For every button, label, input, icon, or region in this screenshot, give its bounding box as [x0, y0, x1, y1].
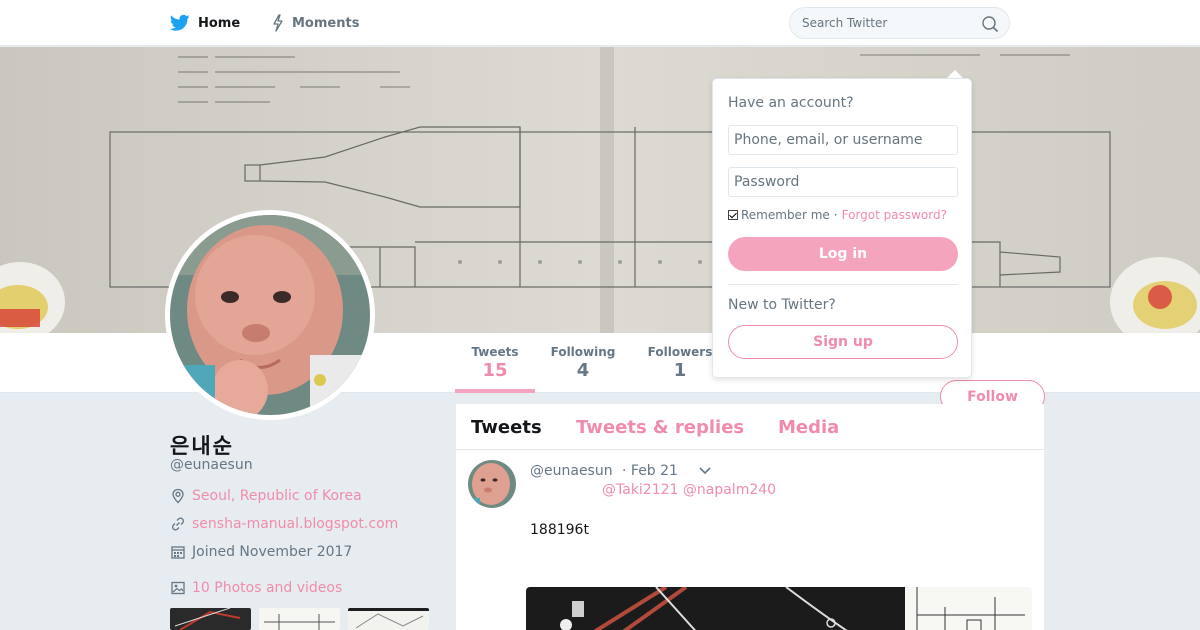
new-to-twitter-heading: New to Twitter? [728, 297, 836, 313]
stat-tweets-label: Tweets [471, 345, 519, 359]
profile-avatar[interactable] [165, 210, 375, 420]
signup-button[interactable]: Sign up [728, 325, 958, 359]
tweet-reply-mentions[interactable]: @Taki2121 @napalm240 [602, 482, 776, 498]
tab-tweets[interactable]: Tweets [471, 417, 542, 438]
stat-followers-value: 1 [673, 360, 687, 381]
media-thumbnail[interactable] [259, 608, 340, 630]
media-thumbnail[interactable] [170, 608, 251, 630]
tweet-author-handle[interactable]: @eunaesun [530, 463, 613, 479]
login-heading: Have an account? [728, 95, 854, 111]
profile-url-text: sensha-manual.blogspot.com [192, 516, 399, 532]
login-button[interactable]: Log in [728, 237, 958, 271]
tweet-timestamp[interactable]: · Feb 21 [622, 463, 678, 479]
stat-tweets[interactable]: Tweets 15 [455, 345, 535, 393]
search-input[interactable]: Search Twitter [789, 7, 1010, 39]
profile-location[interactable]: Seoul, Republic of Korea [170, 488, 362, 504]
remember-me-label[interactable]: Remember me [741, 208, 830, 222]
tweet-media[interactable] [526, 587, 1032, 630]
tab-media[interactable]: Media [778, 417, 839, 438]
password-field[interactable] [728, 167, 958, 197]
nav-home[interactable]: Home [170, 0, 240, 46]
remember-me-row: Remember me · Forgot password? [728, 208, 947, 222]
stat-following[interactable]: Following 4 [545, 345, 621, 381]
avatar-image [170, 215, 370, 415]
timeline-tabs: Tweets Tweets & replies Media [456, 404, 1044, 450]
tweet-media-image [905, 587, 1032, 630]
stat-tweets-value: 15 [482, 360, 508, 381]
tweet[interactable]: @eunaesun · Feb 21 @Taki2121 @napalm240 … [456, 450, 1044, 630]
forgot-password-link[interactable]: Forgot password? [842, 208, 947, 222]
profile-joined-text: Joined November 2017 [192, 544, 353, 560]
profile-location-text: Seoul, Republic of Korea [192, 488, 362, 504]
username-field[interactable] [728, 125, 958, 155]
link-icon [172, 517, 184, 531]
login-dropdown: Have an account? Remember me · Forgot pa… [712, 78, 972, 378]
twitter-bird-icon [170, 14, 190, 31]
remember-me-checkbox[interactable] [728, 210, 738, 220]
media-thumbnail[interactable] [348, 608, 429, 630]
stat-followers-label: Followers [647, 345, 713, 359]
stat-following-value: 4 [576, 360, 590, 381]
photos-and-videos-label: 10 Photos and videos [192, 580, 343, 596]
chevron-down-icon[interactable] [698, 466, 712, 476]
tab-tweets-and-replies[interactable]: Tweets & replies [576, 417, 744, 438]
profile-handle: @eunaesun [170, 457, 253, 473]
map-pin-icon [172, 488, 184, 504]
nav-moments[interactable]: Moments [272, 0, 359, 46]
nav-home-label: Home [198, 15, 241, 31]
tweet-media-image [526, 587, 905, 630]
calendar-icon [171, 546, 185, 559]
photos-and-videos-link[interactable]: 10 Photos and videos [170, 580, 342, 596]
top-navigation-bar: Home Moments Search Twitter [0, 0, 1200, 46]
stat-followers[interactable]: Followers 1 [643, 345, 717, 381]
lightning-icon [273, 14, 283, 32]
profile-url[interactable]: sensha-manual.blogspot.com [170, 516, 398, 532]
separator-dot: · [833, 208, 838, 222]
search-placeholder: Search Twitter [802, 16, 888, 30]
profile-name: 은내순 [170, 434, 234, 458]
search-icon[interactable] [981, 15, 999, 33]
media-thumbnails [170, 608, 429, 630]
image-icon [171, 581, 185, 595]
nav-moments-label: Moments [292, 15, 360, 31]
stat-following-label: Following [550, 345, 616, 359]
tweet-text: 188196t [530, 522, 589, 538]
divider [728, 284, 958, 285]
profile-joined: Joined November 2017 [170, 544, 352, 560]
tweet-avatar[interactable] [468, 460, 516, 508]
timeline: Tweets Tweets & replies Media @eunaesun … [456, 404, 1044, 630]
